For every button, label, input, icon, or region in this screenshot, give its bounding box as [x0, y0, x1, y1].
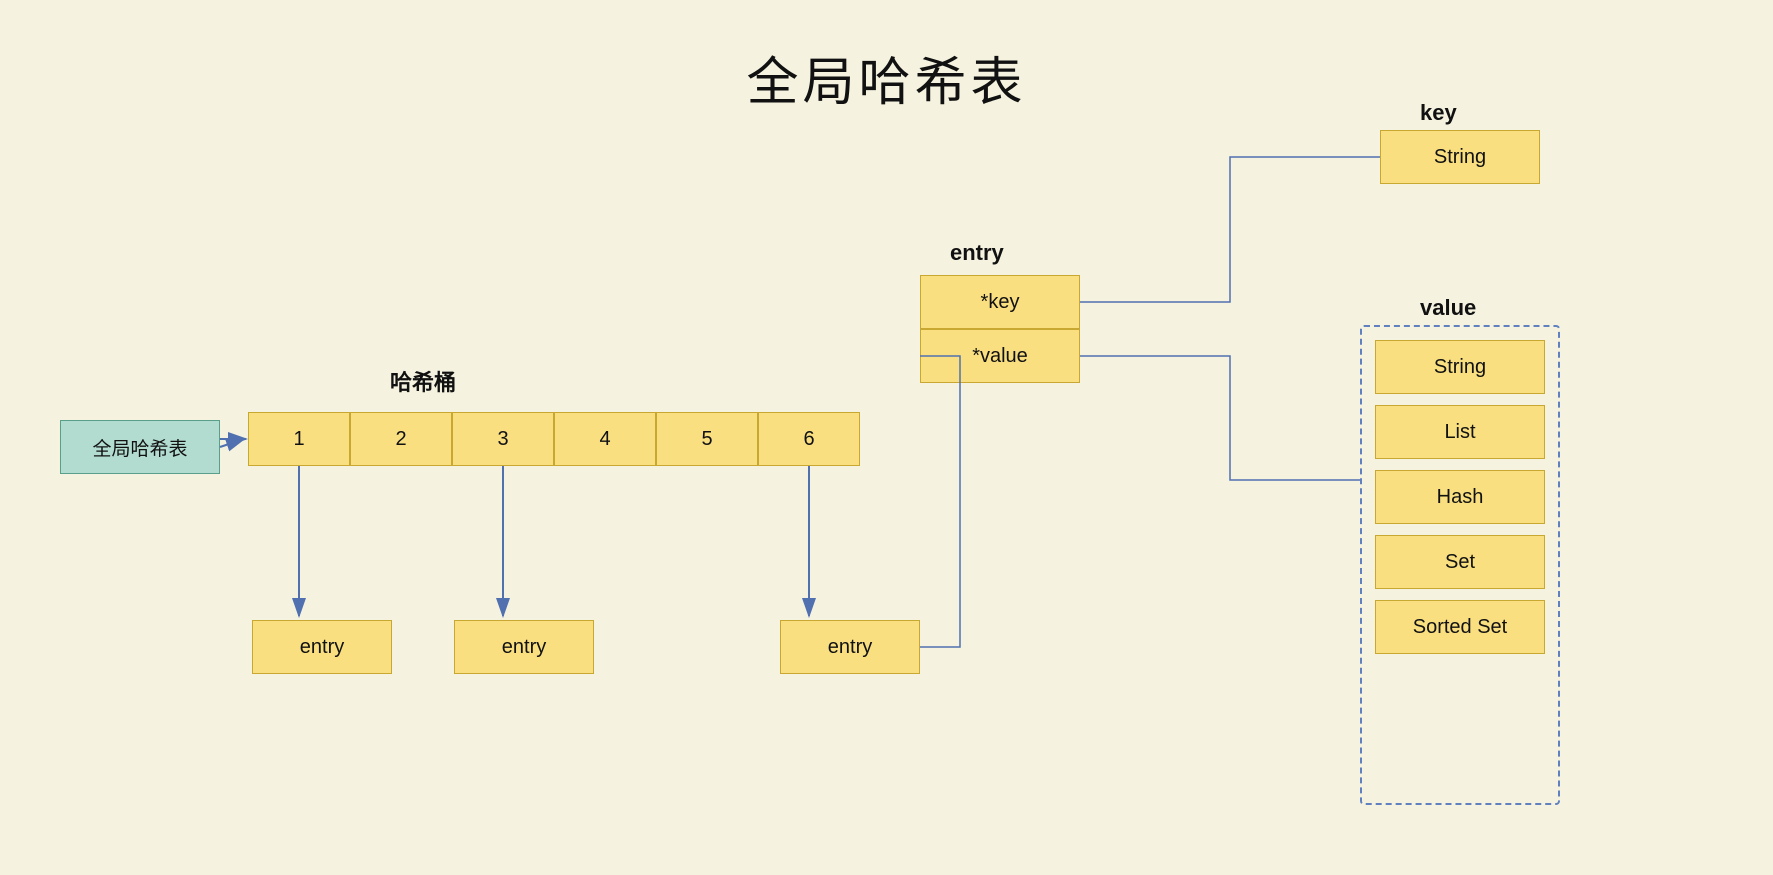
bucket-cell-2: 2	[350, 412, 452, 466]
entry-box-3: entry	[780, 620, 920, 674]
value-type-string: String	[1375, 340, 1545, 394]
key-section-label: key	[1420, 100, 1457, 126]
value-type-list: List	[1375, 405, 1545, 459]
bucket-cell-6: 6	[758, 412, 860, 466]
value-section-label: value	[1420, 295, 1476, 321]
bucket-cell-1: 1	[248, 412, 350, 466]
bucket-cell-4: 4	[554, 412, 656, 466]
global-hashtable-label: 全局哈希表	[60, 420, 220, 474]
entry-key-field: *key	[920, 275, 1080, 329]
key-type-string: String	[1380, 130, 1540, 184]
entry-box-2: entry	[454, 620, 594, 674]
value-type-sorted-set: Sorted Set	[1375, 600, 1545, 654]
value-type-set: Set	[1375, 535, 1545, 589]
entry-value-field: *value	[920, 329, 1080, 383]
bucket-cell-3: 3	[452, 412, 554, 466]
value-type-hash: Hash	[1375, 470, 1545, 524]
hash-bucket-label: 哈希桶	[390, 365, 456, 397]
page-title: 全局哈希表	[0, 0, 1773, 115]
entry-detail-label: entry	[950, 240, 1004, 266]
bucket-cell-5: 5	[656, 412, 758, 466]
entry-box-1: entry	[252, 620, 392, 674]
